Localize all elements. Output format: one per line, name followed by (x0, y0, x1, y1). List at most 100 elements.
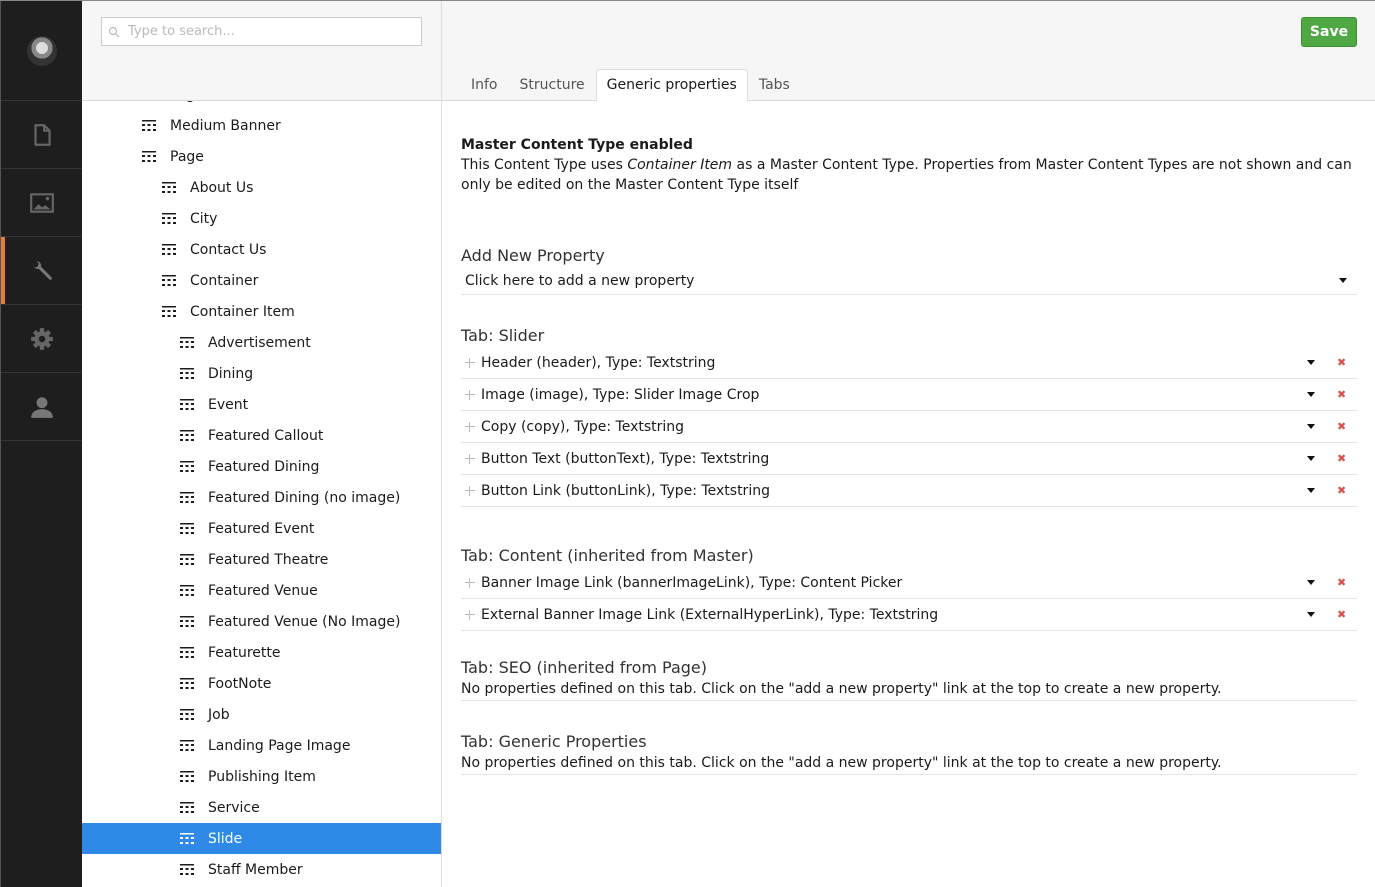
tree-item[interactable]: Container (82, 265, 441, 296)
delete-icon[interactable]: ✖ (1337, 452, 1347, 465)
document-type-icon (180, 832, 194, 845)
tree-item[interactable]: Featurette (82, 637, 441, 668)
tree-item-label: Staff Member (208, 861, 303, 878)
tree-item[interactable]: FootNote (82, 668, 441, 699)
drag-handle-icon[interactable] (465, 357, 475, 368)
tab-tabs[interactable]: Tabs (748, 69, 801, 100)
tree-item-label: Container Item (190, 303, 295, 320)
document-type-icon (180, 398, 194, 411)
tab-info[interactable]: Info (460, 69, 509, 100)
rail-item-content[interactable] (1, 101, 82, 169)
tree-item-label: Job (208, 706, 230, 723)
property-label[interactable]: Header (header), Type: Textstring (481, 355, 1307, 371)
tree-item-label: Advertisement (208, 334, 311, 351)
tree-item[interactable]: Container Item (82, 296, 441, 327)
tree-item[interactable]: Featured Venue (82, 575, 441, 606)
property-label[interactable]: Copy (copy), Type: Textstring (481, 419, 1307, 435)
search-icon (108, 26, 120, 37)
tree-item[interactable]: Service (82, 792, 441, 823)
tree-item[interactable]: Featured Callout (82, 420, 441, 451)
tree-item[interactable]: Landing Page Image (82, 730, 441, 761)
drag-handle-icon[interactable] (465, 421, 475, 432)
document-icon (33, 123, 51, 146)
property-label[interactable]: External Banner Image Link (ExternalHype… (481, 607, 1307, 623)
tab-generic-properties[interactable]: Generic properties (595, 69, 748, 101)
property-label[interactable]: Banner Image Link (bannerImageLink), Typ… (481, 575, 1307, 591)
tree-item[interactable]: Page (82, 141, 441, 172)
tree-item[interactable]: Job (82, 699, 441, 730)
group-title: Tab: Generic Properties (461, 732, 647, 751)
caret-down-icon[interactable] (1307, 424, 1315, 429)
tree-list: Medium Banner Page About Us City Contact Us C… (82, 110, 441, 885)
tree-item[interactable]: Featured Dining (82, 451, 441, 482)
document-type-icon (180, 460, 194, 473)
document-type-icon (180, 646, 194, 659)
search-box[interactable] (101, 17, 422, 46)
tree-item-label: Dining (208, 365, 254, 382)
rail-item-media[interactable] (1, 169, 82, 237)
tree-item-label: Landing Page Image (208, 737, 351, 754)
delete-icon[interactable]: ✖ (1337, 356, 1347, 369)
add-property-dropdown[interactable]: Click here to add a new property (461, 267, 1357, 295)
main-panel: Save Info Structure Generic properties Tabs… (442, 1, 1375, 887)
drag-handle-icon[interactable] (465, 577, 475, 588)
drag-handle-icon[interactable] (465, 609, 475, 620)
add-property-section: Add New Property Click here to add a new… (461, 245, 1357, 295)
tree-item[interactable]: Event (82, 389, 441, 420)
caret-down-icon[interactable] (1307, 360, 1315, 365)
document-type-icon (180, 584, 194, 597)
save-button[interactable]: Save (1301, 17, 1357, 47)
tab-structure[interactable]: Structure (509, 69, 596, 100)
delete-icon[interactable]: ✖ (1337, 608, 1347, 621)
search-input[interactable] (128, 24, 408, 39)
tree-item[interactable]: Staff Member (82, 854, 441, 885)
drag-handle-icon[interactable] (465, 389, 475, 400)
delete-icon[interactable]: ✖ (1337, 388, 1347, 401)
user-avatar[interactable] (26, 35, 57, 66)
document-type-icon (162, 305, 176, 318)
delete-icon[interactable]: ✖ (1337, 484, 1347, 497)
tree-item[interactable]: Slide (82, 823, 441, 854)
tree-item[interactable]: Featured Theatre (82, 544, 441, 575)
property-group: Tab: Slider Header (header), Type: Textst… (461, 325, 1357, 507)
empty-tab-message: No properties defined on this tab. Click… (461, 679, 1357, 701)
master-notice: Master Content Type enabled This Content… (461, 135, 1357, 195)
tree-item-label: Featured Callout (208, 427, 324, 444)
document-type-icon (180, 491, 194, 504)
rail-item-developer[interactable] (1, 305, 82, 373)
drag-handle-icon[interactable] (465, 485, 475, 496)
tree-item[interactable]: Publishing Item (82, 761, 441, 792)
caret-down-icon[interactable] (1307, 456, 1315, 461)
editor-content: Master Content Type enabled This Content… (442, 101, 1375, 775)
tree-item[interactable]: Dining (82, 358, 441, 389)
tree-item[interactable]: City (82, 203, 441, 234)
property-groups: Tab: Slider Header (header), Type: Textst… (461, 325, 1357, 775)
tree-item[interactable]: About Us (82, 172, 441, 203)
tree-item[interactable]: Featured Event (82, 513, 441, 544)
document-type-icon (162, 243, 176, 256)
tree-item[interactable]: Advertisement (82, 327, 441, 358)
property-row: External Banner Image Link (ExternalHype… (461, 599, 1357, 631)
user-icon (30, 396, 53, 418)
delete-icon[interactable]: ✖ (1337, 576, 1347, 589)
app-rail (0, 1, 82, 887)
caret-down-icon[interactable] (1307, 488, 1315, 493)
tree-item-label: Medium Banner (170, 117, 281, 134)
tree-item[interactable]: Featured Dining (no image) (82, 482, 441, 513)
rail-item-users[interactable] (1, 373, 82, 441)
property-label[interactable]: Button Link (buttonLink), Type: Textstri… (481, 483, 1307, 499)
rail-item-settings[interactable] (1, 237, 82, 305)
group-title: Tab: SEO (inherited from Page) (461, 658, 707, 677)
delete-icon[interactable]: ✖ (1337, 420, 1347, 433)
tree-item-label: City (190, 210, 218, 227)
property-row: Image (image), Type: Slider Image Crop ✖ (461, 379, 1357, 411)
drag-handle-icon[interactable] (465, 453, 475, 464)
caret-down-icon[interactable] (1307, 392, 1315, 397)
property-label[interactable]: Image (image), Type: Slider Image Crop (481, 387, 1307, 403)
tree-item[interactable]: Medium Banner (82, 110, 441, 141)
caret-down-icon[interactable] (1307, 580, 1315, 585)
tree-item[interactable]: Contact Us (82, 234, 441, 265)
caret-down-icon[interactable] (1307, 612, 1315, 617)
property-label[interactable]: Button Text (buttonText), Type: Textstri… (481, 451, 1307, 467)
tree-item[interactable]: Featured Venue (No Image) (82, 606, 441, 637)
